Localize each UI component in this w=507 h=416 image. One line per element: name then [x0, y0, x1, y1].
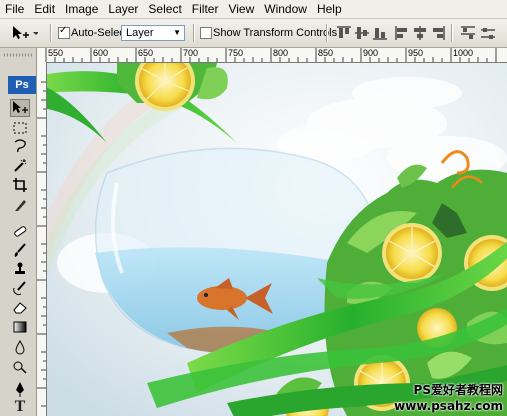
- auto-select-dropdown[interactable]: Layer ▼: [121, 25, 185, 41]
- show-transform-checkbox[interactable]: [200, 27, 212, 39]
- auto-select-checkbox[interactable]: [58, 25, 70, 39]
- horizontal-ruler[interactable]: 550 600 650 700 750 800 850 900 950 1000: [36, 48, 507, 63]
- menu-file[interactable]: File: [0, 0, 29, 18]
- vertical-ruler[interactable]: [36, 62, 47, 416]
- ruler-tick: 900: [363, 48, 379, 58]
- menu-layer[interactable]: Layer: [103, 0, 143, 18]
- photoshop-logo[interactable]: Ps: [8, 76, 36, 94]
- watermark-line2: www.psahz.com: [394, 399, 503, 413]
- healing-brush-tool-icon[interactable]: [10, 222, 30, 240]
- menu-view[interactable]: View: [223, 0, 259, 18]
- ruler-tick: 1000: [453, 48, 474, 58]
- type-tool-icon[interactable]: T: [10, 398, 30, 416]
- watermark-line1: PS爱好者教程网: [413, 383, 503, 397]
- ruler-tick: 600: [93, 48, 109, 58]
- move-tool-icon[interactable]: [10, 99, 30, 117]
- options-separator: [50, 24, 52, 42]
- menu-edit[interactable]: Edit: [29, 0, 60, 18]
- show-transform-label: Show Transform Controls: [213, 27, 338, 39]
- menu-image[interactable]: Image: [60, 0, 103, 18]
- distribute-top-icon[interactable]: [460, 25, 476, 41]
- distribute-center-icon[interactable]: [480, 25, 496, 41]
- slice-tool-icon[interactable]: [10, 196, 30, 214]
- ruler-tick: 750: [228, 48, 244, 58]
- menu-help[interactable]: Help: [312, 0, 347, 18]
- options-separator: [451, 24, 453, 42]
- ruler-tick: 800: [273, 48, 289, 58]
- menu-select[interactable]: Select: [143, 0, 186, 18]
- history-brush-tool-icon[interactable]: [10, 279, 30, 297]
- align-bottom-icon[interactable]: [372, 25, 388, 41]
- align-vertical-center-icon[interactable]: [354, 25, 370, 41]
- artwork: [47, 63, 507, 416]
- marquee-tool-icon[interactable]: [10, 119, 30, 137]
- ruler-tick: 700: [183, 48, 199, 58]
- options-separator: [326, 24, 328, 42]
- document-canvas[interactable]: [47, 63, 507, 416]
- ruler-tick: 650: [138, 48, 154, 58]
- move-tool-preset-icon[interactable]: [10, 25, 39, 41]
- auto-select-value: Layer: [126, 27, 154, 39]
- chevron-down-icon: ▼: [173, 28, 181, 37]
- ruler-tick: 550: [48, 48, 64, 58]
- menu-bar: File Edit Image Layer Select Filter View…: [0, 0, 507, 19]
- align-left-icon[interactable]: [394, 25, 410, 41]
- blur-tool-icon[interactable]: [10, 338, 30, 356]
- watermark: PS爱好者教程网 www.psahz.com: [394, 382, 503, 414]
- crop-tool-icon[interactable]: [10, 176, 30, 194]
- lasso-tool-icon[interactable]: [10, 137, 30, 155]
- gradient-tool-icon[interactable]: [10, 318, 30, 336]
- align-top-icon[interactable]: [336, 25, 352, 41]
- align-horizontal-center-icon[interactable]: [412, 25, 428, 41]
- clone-stamp-tool-icon[interactable]: [10, 260, 30, 278]
- pen-tool-icon[interactable]: [10, 380, 30, 398]
- dodge-tool-icon[interactable]: [10, 357, 30, 375]
- align-right-icon[interactable]: [430, 25, 446, 41]
- ruler-tick: 850: [318, 48, 334, 58]
- magic-wand-tool-icon[interactable]: [10, 156, 30, 174]
- options-separator: [193, 24, 195, 42]
- eraser-tool-icon[interactable]: [10, 298, 30, 316]
- menu-filter[interactable]: Filter: [187, 0, 224, 18]
- menu-window[interactable]: Window: [259, 0, 312, 18]
- ruler-tick: 950: [408, 48, 424, 58]
- brush-tool-icon[interactable]: [10, 241, 30, 259]
